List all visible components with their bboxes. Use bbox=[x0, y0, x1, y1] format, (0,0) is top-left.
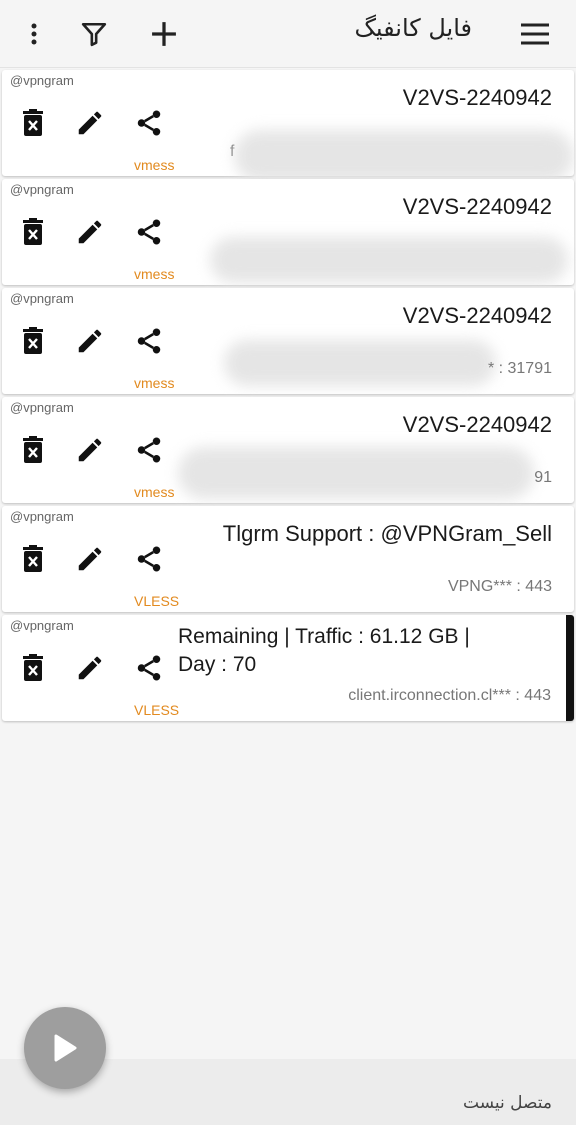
share-icon[interactable] bbox=[132, 433, 166, 467]
server-remarks: Remaining | Traffic : 61.12 GB | Day : 7… bbox=[178, 625, 470, 676]
subscription-label: @vpngram bbox=[10, 291, 74, 306]
redaction-blur bbox=[234, 130, 574, 182]
share-icon[interactable] bbox=[132, 651, 166, 685]
share-icon[interactable] bbox=[132, 542, 166, 576]
edit-icon[interactable] bbox=[73, 651, 107, 685]
share-icon[interactable] bbox=[132, 324, 166, 358]
connection-status: متصل نیست bbox=[463, 1093, 552, 1113]
redaction-blur bbox=[178, 447, 534, 499]
delete-icon[interactable] bbox=[16, 215, 50, 249]
menu-icon[interactable] bbox=[511, 10, 559, 58]
more-vert-icon[interactable] bbox=[10, 10, 58, 58]
subscription-label: @vpngram bbox=[10, 509, 74, 524]
edit-icon[interactable] bbox=[73, 542, 107, 576]
server-card-selected[interactable]: @vpngram Remaining | Traffic : 61.12 GB … bbox=[2, 615, 574, 721]
top-app-bar: فایل کانفیگ bbox=[0, 0, 576, 68]
protocol-type: vmess bbox=[134, 484, 175, 500]
delete-icon[interactable] bbox=[16, 433, 50, 467]
add-icon[interactable] bbox=[140, 10, 188, 58]
server-card[interactable]: @vpngram V2VS-2240942 vmess bbox=[2, 179, 574, 285]
edit-icon[interactable] bbox=[73, 106, 107, 140]
server-card[interactable]: @vpngram V2VS-2240942 91 vmess bbox=[2, 397, 574, 503]
protocol-type: vmess bbox=[134, 157, 175, 173]
share-icon[interactable] bbox=[132, 215, 166, 249]
subscription-label: @vpngram bbox=[10, 400, 74, 415]
server-address: VPNG*** : 443 bbox=[447, 578, 552, 595]
redaction-blur bbox=[224, 340, 496, 386]
protocol-type: vmess bbox=[134, 266, 175, 282]
server-card[interactable]: @vpngram V2VS-2240942 f vmess bbox=[2, 70, 574, 182]
subscription-label: @vpngram bbox=[10, 182, 74, 197]
delete-icon[interactable] bbox=[16, 542, 50, 576]
connect-button[interactable] bbox=[24, 1007, 106, 1089]
server-remarks: Tlgrm Support : @VPNGram_Sell bbox=[222, 521, 552, 546]
delete-icon[interactable] bbox=[16, 106, 50, 140]
delete-icon[interactable] bbox=[16, 651, 50, 685]
filter-icon[interactable] bbox=[70, 10, 118, 58]
delete-icon[interactable] bbox=[16, 324, 50, 358]
server-remarks: V2VS-2240942 bbox=[402, 194, 552, 219]
server-card[interactable]: @vpngram Tlgrm Support : @VPNGram_Sell V… bbox=[2, 506, 574, 612]
server-remarks: V2VS-2240942 bbox=[402, 412, 552, 437]
server-address: * : 31791 bbox=[487, 360, 552, 377]
redaction-blur bbox=[210, 237, 568, 283]
subscription-label: @vpngram bbox=[10, 618, 74, 633]
server-remarks: V2VS-2240942 bbox=[402, 303, 552, 328]
server-remarks: V2VS-2240942 bbox=[402, 85, 552, 110]
share-icon[interactable] bbox=[132, 106, 166, 140]
edit-icon[interactable] bbox=[73, 433, 107, 467]
server-address: 91 bbox=[534, 469, 552, 486]
subscription-label: @vpngram bbox=[10, 73, 74, 88]
server-card[interactable]: @vpngram V2VS-2240942 * : 31791 vmess bbox=[2, 288, 574, 394]
protocol-type: VLESS bbox=[134, 593, 180, 609]
edit-icon[interactable] bbox=[73, 215, 107, 249]
server-address: client.irconnection.cl*** : 443 bbox=[348, 687, 551, 704]
protocol-type: VLESS bbox=[134, 702, 180, 718]
page-title: فایل کانفیگ bbox=[354, 14, 472, 42]
edit-icon[interactable] bbox=[73, 324, 107, 358]
protocol-type: vmess bbox=[134, 375, 175, 391]
play-icon bbox=[52, 1034, 78, 1062]
